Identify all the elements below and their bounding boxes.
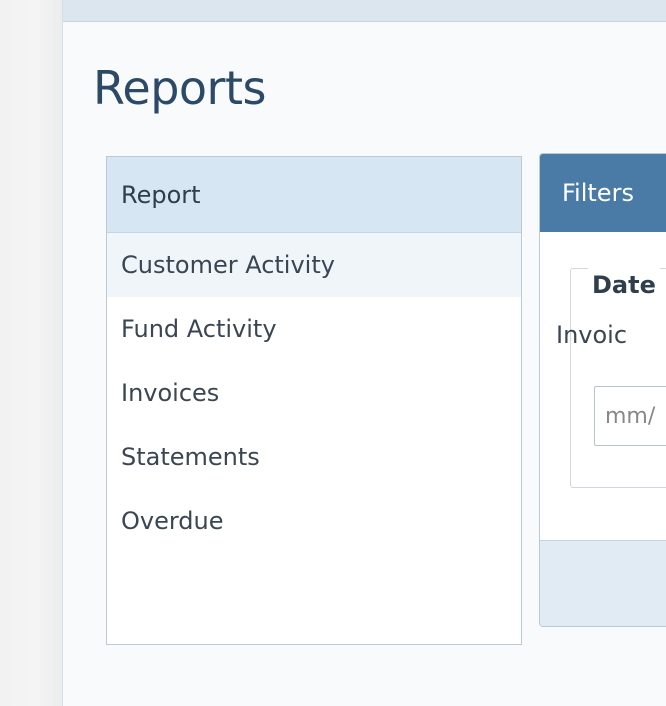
filters-header: Filters (540, 154, 666, 232)
report-item-invoices[interactable]: Invoices (107, 361, 521, 425)
report-list: Customer Activity Fund Activity Invoices… (107, 233, 521, 553)
left-gutter (0, 0, 62, 706)
invoice-date-label: Invoic (556, 321, 628, 349)
filters-body: Date Invoic (540, 232, 666, 540)
report-item-customer-activity[interactable]: Customer Activity (107, 233, 521, 297)
invoice-date-input[interactable] (594, 386, 666, 446)
filters-panel: Filters Date Invoic (539, 153, 666, 627)
page-title: Reports (93, 61, 266, 115)
report-item-statements[interactable]: Statements (107, 425, 521, 489)
report-list-panel: Report Customer Activity Fund Activity I… (106, 156, 522, 645)
report-item-overdue[interactable]: Overdue (107, 489, 521, 553)
filters-footer (540, 540, 666, 626)
top-bar (63, 0, 666, 22)
date-fieldset-legend: Date (588, 268, 660, 302)
report-item-fund-activity[interactable]: Fund Activity (107, 297, 521, 361)
report-list-header: Report (107, 157, 521, 233)
page-content: Reports Report Customer Activity Fund Ac… (62, 0, 666, 706)
